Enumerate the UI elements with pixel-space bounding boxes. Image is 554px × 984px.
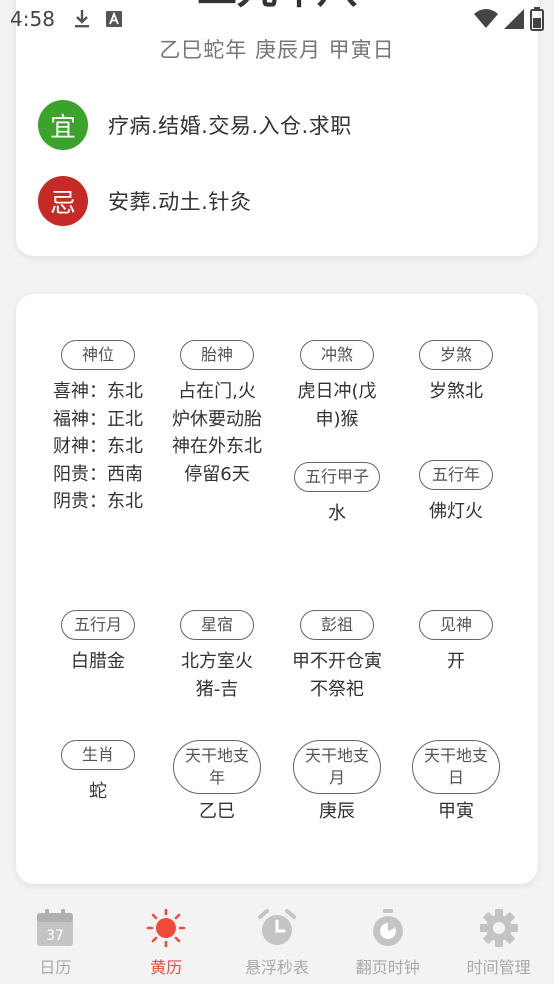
detail-item-chongsha: 冲煞 虎日冲(戊申)猴 bbox=[282, 340, 392, 433]
detail-item-wuxing-yue: 五行月 白腊金 bbox=[43, 610, 153, 676]
detail-item-shenwei: 神位 喜神：东北 福神：正北 财神：东北 阳贵：西南 阴贵：东北 bbox=[43, 340, 153, 516]
almanac-summary-card: 二九年八 乙巳蛇年 庚辰月 甲寅日 宜 疗病.结婚.交易.入仓.求职 忌 安葬.… bbox=[16, 0, 538, 256]
sun-icon bbox=[146, 908, 186, 948]
detail-value: 北方室火猪-吉 bbox=[181, 651, 253, 700]
detail-value: 白腊金 bbox=[71, 651, 125, 672]
detail-value: 喜神：东北 福神：正北 财神：东北 阳贵：西南 阴贵：东北 bbox=[53, 381, 143, 512]
wifi-icon bbox=[474, 9, 498, 29]
detail-value: 占在门,火炉休要动胎神在外东北停留6天 bbox=[172, 381, 262, 485]
nav-item-floating-stopwatch[interactable]: 悬浮秒表 bbox=[222, 896, 333, 984]
ji-row: 忌 安葬.动土.针灸 bbox=[38, 176, 251, 226]
bottom-nav: 37 日历 黄历 悬浮秒表 翻页时钟 时间管理 bbox=[0, 896, 554, 984]
yi-text: 疗病.结婚.交易.入仓.求职 bbox=[108, 114, 352, 138]
detail-title: 星宿 bbox=[180, 610, 254, 640]
detail-value: 庚辰 bbox=[319, 801, 355, 822]
detail-value: 佛灯火 bbox=[429, 501, 483, 522]
detail-item-wuxing-nian: 五行年 佛灯火 bbox=[401, 460, 511, 526]
detail-item-ganzhi-yue: 天干地支月 庚辰 bbox=[282, 740, 392, 826]
detail-title: 五行月 bbox=[61, 610, 135, 640]
nav-label: 翻页时钟 bbox=[355, 958, 420, 977]
detail-item-wuxing-jiazi: 五行甲子 水 bbox=[282, 462, 392, 528]
battery-icon bbox=[530, 7, 544, 31]
detail-value: 开 bbox=[447, 651, 465, 672]
nav-label: 时间管理 bbox=[466, 958, 531, 977]
nav-label: 黄历 bbox=[150, 958, 183, 977]
yi-row: 宜 疗病.结婚.交易.入仓.求职 bbox=[38, 100, 352, 150]
detail-item-xingxiu: 星宿 北方室火猪-吉 bbox=[162, 610, 272, 703]
nav-label: 日历 bbox=[39, 958, 72, 977]
calendar-icon: 37 bbox=[35, 908, 75, 948]
detail-title: 天干地支日 bbox=[412, 740, 500, 794]
calendar-icon-number: 37 bbox=[46, 928, 64, 944]
ganzhi-line: 乙巳蛇年 庚辰月 甲寅日 bbox=[159, 38, 395, 62]
yi-badge: 宜 bbox=[38, 100, 88, 150]
ji-badge: 忌 bbox=[38, 176, 88, 226]
detail-value: 甲不开仓寅不祭祀 bbox=[292, 651, 382, 700]
detail-item-ganzhi-ri: 天干地支日 甲寅 bbox=[401, 740, 511, 826]
detail-item-pengzu: 彭祖 甲不开仓寅不祭祀 bbox=[282, 610, 392, 703]
detail-item-ganzhi-nian: 天干地支年 乙巳 bbox=[162, 740, 272, 826]
detail-value: 虎日冲(戊申)猴 bbox=[297, 381, 377, 430]
download-icon bbox=[73, 9, 91, 29]
status-bar: 4:58 bbox=[0, 0, 554, 38]
almanac-details-card: 神位 喜神：东北 福神：正北 财神：东北 阳贵：西南 阴贵：东北 胎神 占在门,… bbox=[16, 294, 538, 884]
nav-label: 悬浮秒表 bbox=[244, 958, 309, 977]
status-time: 4:58 bbox=[10, 7, 55, 31]
detail-title: 五行甲子 bbox=[293, 462, 380, 492]
detail-value: 甲寅 bbox=[438, 801, 474, 822]
detail-item-suisha: 岁煞 岁煞北 bbox=[401, 340, 511, 406]
detail-title: 彭祖 bbox=[300, 610, 374, 640]
a-badge-icon bbox=[105, 10, 123, 28]
detail-item-taishen: 胎神 占在门,火炉休要动胎神在外东北停留6天 bbox=[162, 340, 272, 488]
detail-title: 冲煞 bbox=[300, 340, 374, 370]
detail-title: 五行年 bbox=[419, 460, 493, 490]
detail-title: 岁煞 bbox=[419, 340, 493, 370]
detail-title: 天干地支月 bbox=[293, 740, 381, 794]
detail-value: 蛇 bbox=[89, 781, 107, 802]
gear-icon bbox=[479, 908, 519, 948]
detail-title: 神位 bbox=[61, 340, 135, 370]
detail-title: 见神 bbox=[419, 610, 493, 640]
nav-item-time-management[interactable]: 时间管理 bbox=[443, 896, 554, 984]
ji-text: 安葬.动土.针灸 bbox=[108, 190, 252, 214]
nav-item-almanac[interactable]: 黄历 bbox=[111, 896, 222, 984]
detail-title: 生肖 bbox=[61, 740, 135, 770]
nav-item-flip-clock[interactable]: 翻页时钟 bbox=[332, 896, 443, 984]
stopwatch-icon bbox=[368, 908, 408, 948]
detail-value: 岁煞北 bbox=[429, 381, 483, 402]
detail-title: 天干地支年 bbox=[173, 740, 261, 794]
detail-item-shengxiao: 生肖 蛇 bbox=[43, 740, 153, 806]
detail-value: 乙巳 bbox=[199, 801, 235, 822]
detail-value: 水 bbox=[328, 503, 346, 524]
alarm-clock-icon bbox=[257, 908, 297, 948]
signal-icon bbox=[504, 9, 524, 29]
nav-item-calendar[interactable]: 37 日历 bbox=[0, 896, 111, 984]
detail-item-jianshen: 见神 开 bbox=[401, 610, 511, 676]
detail-title: 胎神 bbox=[180, 340, 254, 370]
